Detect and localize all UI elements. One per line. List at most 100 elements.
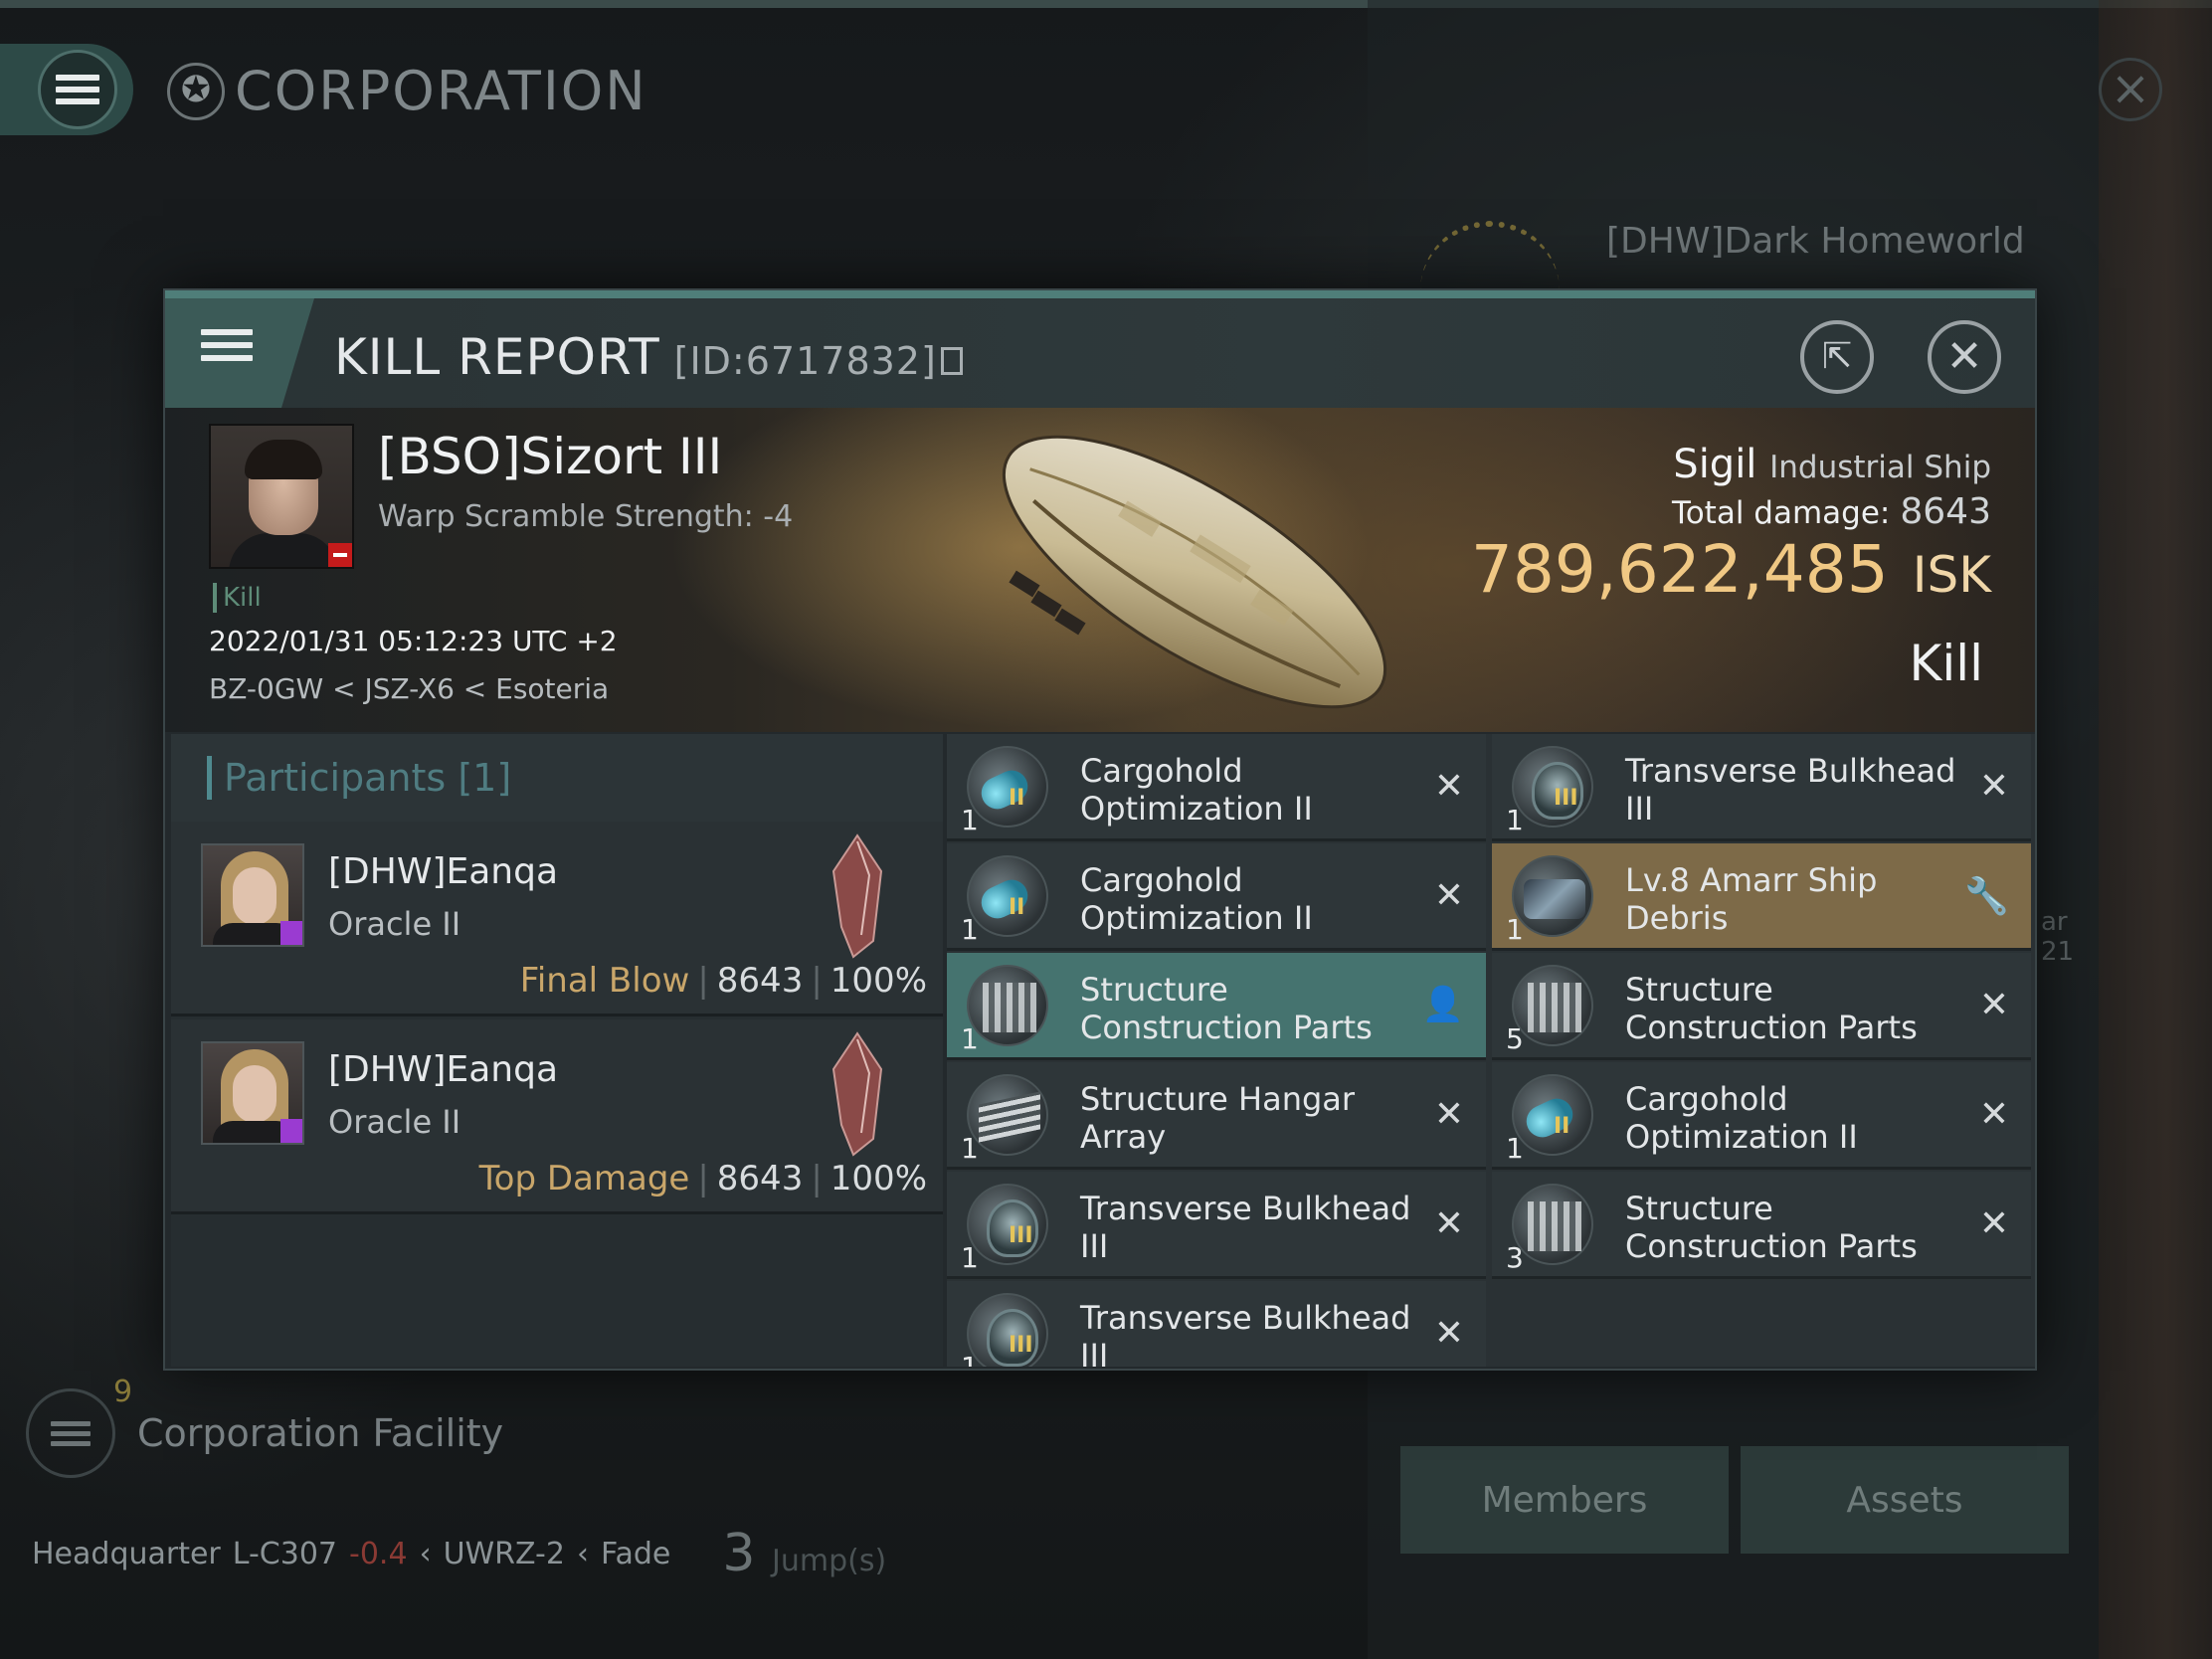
- item-quantity: 1: [1506, 1132, 1524, 1165]
- destroyed-icon: ✕: [1978, 985, 2009, 1025]
- item-quantity: 1: [1506, 913, 1524, 946]
- hq-security: -0.4: [349, 1536, 408, 1571]
- participant-ship: Oracle II: [328, 905, 461, 943]
- participant-portrait[interactable]: [201, 843, 304, 947]
- participant-name[interactable]: [DHW]Eanqa: [328, 851, 558, 892]
- bulkhead-icon: [967, 1184, 1048, 1265]
- members-button[interactable]: Members: [1400, 1446, 1729, 1554]
- destroyed-icon: ✕: [1978, 1203, 2009, 1244]
- participant-ship: Oracle II: [328, 1103, 461, 1141]
- participants-header: Participants [1]: [171, 734, 943, 822]
- corporation-star-icon: ✪: [167, 62, 225, 120]
- facility-menu-icon: [26, 1388, 115, 1478]
- item-quantity: 1: [961, 1022, 979, 1055]
- cargohold-icon: [967, 746, 1048, 828]
- main-menu-button[interactable]: [0, 44, 133, 135]
- menu-icon: [38, 50, 117, 129]
- kill-report-title: KILL REPORT [ID:6717832]: [334, 328, 963, 386]
- copy-icon[interactable]: [940, 346, 963, 375]
- victim-banner: [BSO]Sizort III Warp Scramble Strength: …: [165, 408, 2035, 732]
- ship-type[interactable]: Sigil Industrial Ship: [1673, 442, 1991, 487]
- item-quantity: 3: [1506, 1241, 1524, 1274]
- destroyed-icon: ✕: [1433, 1313, 1464, 1354]
- destroyed-icon: ✕: [1978, 1094, 2009, 1135]
- item-quantity: 5: [1506, 1022, 1524, 1055]
- report-id: [ID:6717832]: [673, 339, 937, 383]
- item-name: Structure Hangar Array: [1080, 1080, 1356, 1156]
- hq-region[interactable]: Fade: [601, 1537, 670, 1571]
- item-tile[interactable]: II 1 Cargohold Optimization II ✕: [947, 734, 1486, 841]
- corporation-title: ✪ CORPORATION: [167, 60, 647, 122]
- participant-name[interactable]: [DHW]Eanqa: [328, 1049, 558, 1090]
- destroyed-icon: ✕: [1433, 1203, 1464, 1244]
- item-tile[interactable]: 1 Structure Construction Parts 👤: [947, 953, 1486, 1060]
- dropped-person-icon: 👤: [1421, 985, 1464, 1024]
- item-quantity: 1: [1506, 804, 1524, 836]
- participants-panel: Participants [1] [DHW]Eanqa Oracle II Fi…: [171, 734, 943, 1367]
- share-icon[interactable]: ⇱: [1800, 320, 1874, 394]
- item-tile[interactable]: III 1 Transverse Bulkhead III ✕: [1492, 734, 2031, 841]
- bulkhead-icon: [967, 1293, 1048, 1367]
- item-tile[interactable]: III 1 Transverse Bulkhead III ✕: [947, 1172, 1486, 1279]
- item-name: Transverse Bulkhead III: [1080, 1190, 1411, 1265]
- hq-constellation[interactable]: UWRZ-2: [444, 1537, 565, 1571]
- result-label: Kill: [1909, 635, 1983, 692]
- structure-parts-icon: [967, 965, 1048, 1046]
- headquarter-route: Headquarter L-C307 -0.4 ‹ UWRZ-2 ‹ Fade …: [32, 1524, 887, 1583]
- corporation-close-icon[interactable]: ×: [2099, 58, 2162, 121]
- bulkhead-icon: [1512, 746, 1593, 828]
- item-name: Cargohold Optimization II: [1080, 861, 1313, 937]
- facility-label: Corporation Facility: [137, 1411, 504, 1455]
- hq-jumps: 3 Jump(s): [722, 1524, 887, 1583]
- participant-row[interactable]: [DHW]Eanqa Oracle II Top Damage | 8643 | 100…: [171, 1019, 943, 1214]
- item-tile[interactable]: III 1 Transverse Bulkhead III ✕: [947, 1281, 1486, 1367]
- warp-scramble-strength: Warp Scramble Strength: -4: [378, 499, 794, 534]
- item-quantity: 1: [961, 1132, 979, 1165]
- kill-report-window: KILL REPORT [ID:6717832] ⇱ ✕ [BSO]Sizort …: [163, 288, 2037, 1371]
- item-name: Lv.8 Amarr Ship Debris: [1625, 861, 1878, 937]
- hq-system[interactable]: L-C307: [233, 1537, 337, 1571]
- item-tile[interactable]: 3 Structure Construction Parts ✕: [1492, 1172, 2031, 1279]
- item-tile[interactable]: II 1 Cargohold Optimization II ✕: [1492, 1062, 2031, 1170]
- side-panel-text: ar 21: [2041, 907, 2075, 967]
- close-icon[interactable]: ✕: [1928, 320, 2001, 394]
- structure-parts-icon: [1512, 1184, 1593, 1265]
- item-tile[interactable]: 1 Lv.8 Amarr Ship Debris 🔧: [1492, 843, 2031, 951]
- item-name: Transverse Bulkhead III: [1080, 1299, 1411, 1367]
- cargohold-icon: [1512, 1074, 1593, 1156]
- corp-badge-icon: [280, 1119, 302, 1143]
- kill-report-header: KILL REPORT [ID:6717832] ⇱ ✕: [165, 290, 2035, 408]
- oracle-ship-icon: [831, 1031, 883, 1157]
- hangar-array-icon: [967, 1074, 1048, 1156]
- screen-edge-strip: [2099, 0, 2212, 1659]
- assets-button[interactable]: Assets: [1741, 1446, 2069, 1554]
- participant-row[interactable]: [DHW]Eanqa Oracle II Final Blow | 8643 | 100…: [171, 822, 943, 1016]
- item-quantity: 1: [961, 913, 979, 946]
- oracle-ship-icon: [831, 833, 883, 959]
- item-name: Cargohold Optimization II: [1625, 1080, 1858, 1156]
- kill-location[interactable]: BZ-0GW < JSZ-X6 < Esoteria: [209, 672, 609, 705]
- item-name: Transverse Bulkhead III: [1625, 752, 1956, 828]
- kill-tag: Kill: [213, 583, 262, 613]
- debris-icon: [1512, 855, 1593, 937]
- ship-render: [1002, 435, 1387, 709]
- destroyed-icon: ✕: [1433, 1094, 1464, 1135]
- items-grid: II 1 Cargohold Optimization II ✕ II 1 Ca…: [947, 734, 2035, 1367]
- item-quantity: 1: [961, 1241, 979, 1274]
- structure-parts-icon: [1512, 965, 1593, 1046]
- item-tile[interactable]: 1 Structure Hangar Array ✕: [947, 1062, 1486, 1170]
- item-tile[interactable]: 5 Structure Construction Parts ✕: [1492, 953, 2031, 1060]
- item-tile[interactable]: II 1 Cargohold Optimization II ✕: [947, 843, 1486, 951]
- salvage-wrench-icon: 🔧: [1964, 876, 2009, 917]
- kill-report-menu-button[interactable]: [165, 298, 314, 408]
- participant-portrait[interactable]: [201, 1041, 304, 1145]
- destroyed-icon: ✕: [1433, 766, 1464, 807]
- alliance-name: [DHW]Dark Homeworld: [1606, 221, 2025, 262]
- total-damage: Total damage: 8643: [1672, 491, 1991, 532]
- kill-datetime: 2022/01/31 05:12:23 UTC +2: [209, 625, 618, 657]
- victim-portrait[interactable]: [209, 424, 354, 569]
- victim-name[interactable]: [BSO]Sizort III: [378, 428, 722, 485]
- isk-value: 789,622,485 ISK: [1470, 531, 1991, 608]
- participant-stats: Top Damage | 8643 | 100%: [478, 1159, 927, 1198]
- corporation-facility[interactable]: 9 Corporation Facility: [26, 1375, 504, 1478]
